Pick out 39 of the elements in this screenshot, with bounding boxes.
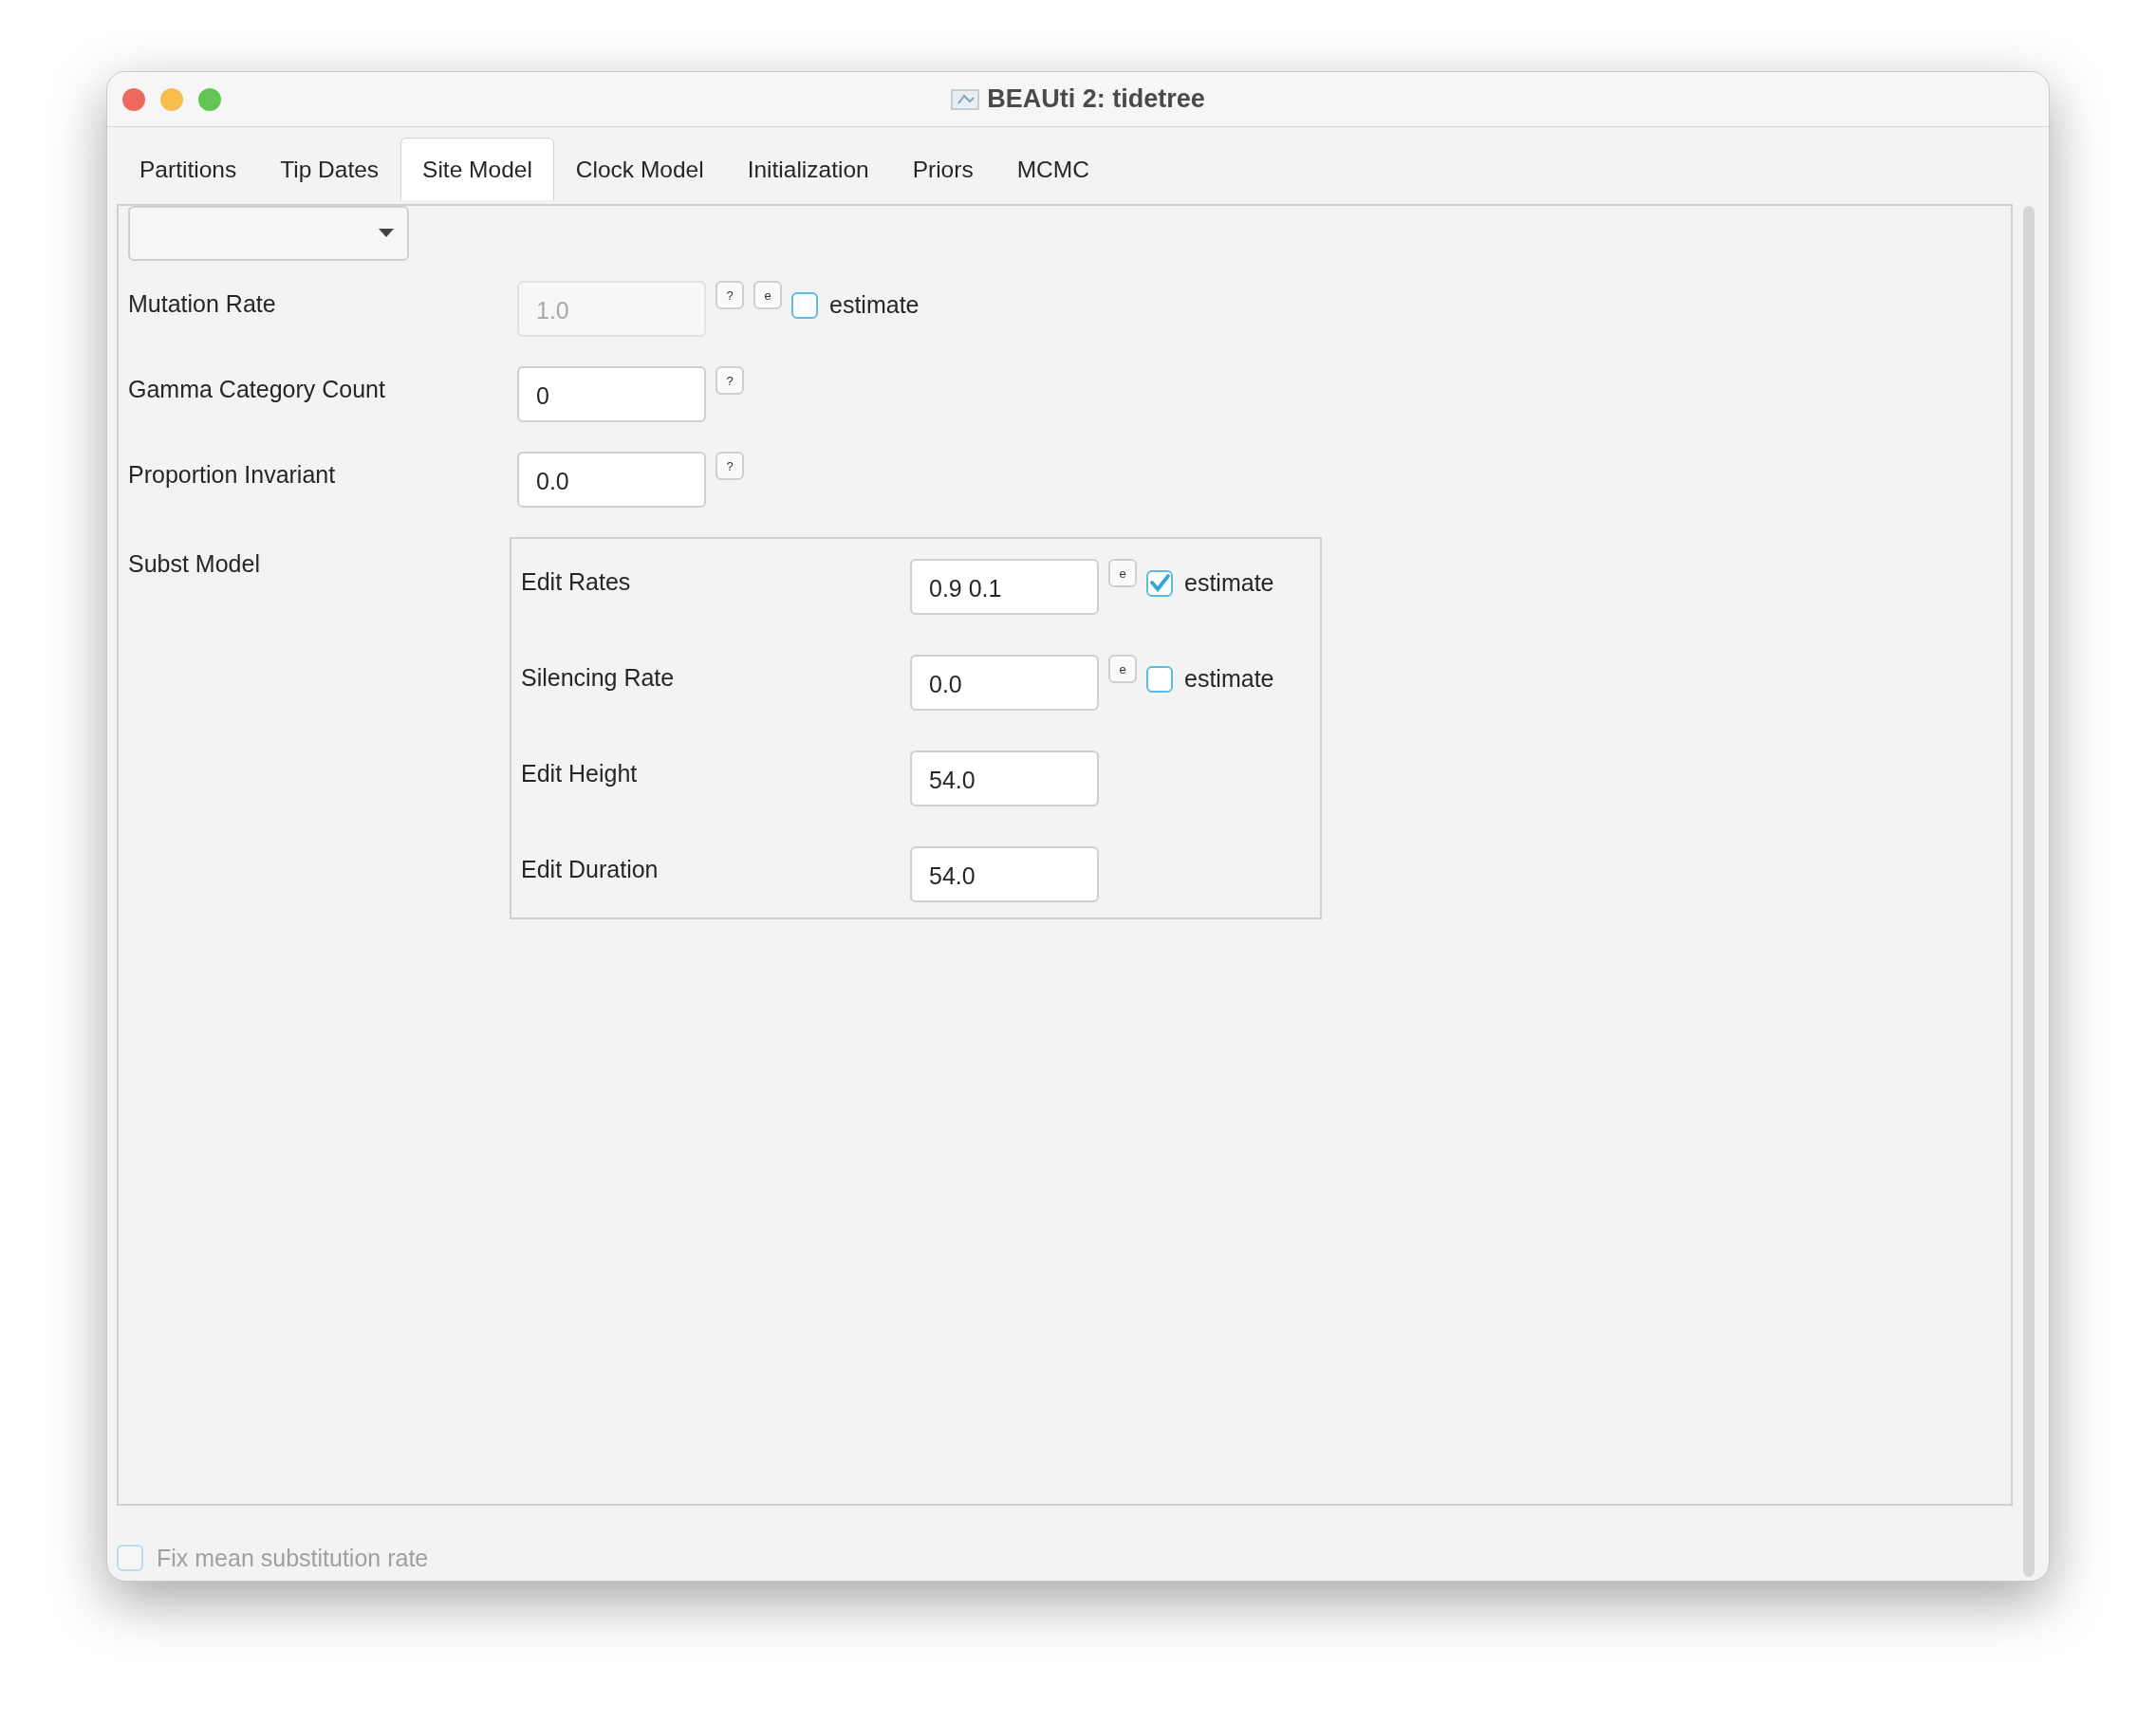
tab[interactable]: Initialization [725,138,891,200]
checkbox[interactable] [1146,665,1173,693]
field-label: Mutation Rate [128,289,277,318]
small-button[interactable]: e [1108,655,1137,683]
small-button[interactable]: e [1108,559,1137,587]
tab[interactable]: Clock Model [553,138,726,200]
checkbox-label: Fix mean substitution rate [157,1544,429,1572]
input-field[interactable]: 0.9 0.1 [910,559,1099,615]
input-field[interactable]: 54.0 [910,846,1099,902]
tab[interactable]: Partitions [118,138,259,200]
input-field[interactable]: 0.0 [517,452,706,508]
field-label: Edit Duration [521,855,660,883]
checkbox-label: estimate [829,291,920,319]
tab[interactable]: Site Model [400,138,554,200]
checkbox-label: estimate [1184,569,1274,597]
input-field[interactable]: 54.0 [910,750,1099,806]
small-button[interactable]: ? [716,366,744,395]
tab[interactable]: Priors [890,138,995,200]
partition-dropdown[interactable] [128,206,409,261]
field-label: Silencing Rate [521,663,676,692]
scrollbar[interactable] [2023,206,2035,1577]
field-label: Gamma Category Count [128,375,386,403]
minimize-button[interactable] [160,87,183,111]
field-label: Edit Rates [521,567,632,596]
zoom-button[interactable] [198,87,221,111]
tab[interactable]: MCMC [994,138,1111,200]
input-field[interactable]: 0.0 [910,655,1099,711]
field-label: Proportion Invariant [128,460,337,489]
checkbox-label: estimate [1184,665,1274,693]
input-field[interactable]: 0 [517,366,706,422]
tab[interactable]: Tip Dates [258,138,401,200]
field-label: Edit Height [521,759,639,787]
checkbox[interactable] [1146,569,1173,597]
close-button[interactable] [122,87,145,111]
image-icon [951,87,980,111]
caret-icon [379,229,394,238]
window-title: BEAUti 2: tidetree [987,84,1205,114]
small-button[interactable]: ? [716,452,744,480]
field-label: Subst Model [128,549,261,578]
